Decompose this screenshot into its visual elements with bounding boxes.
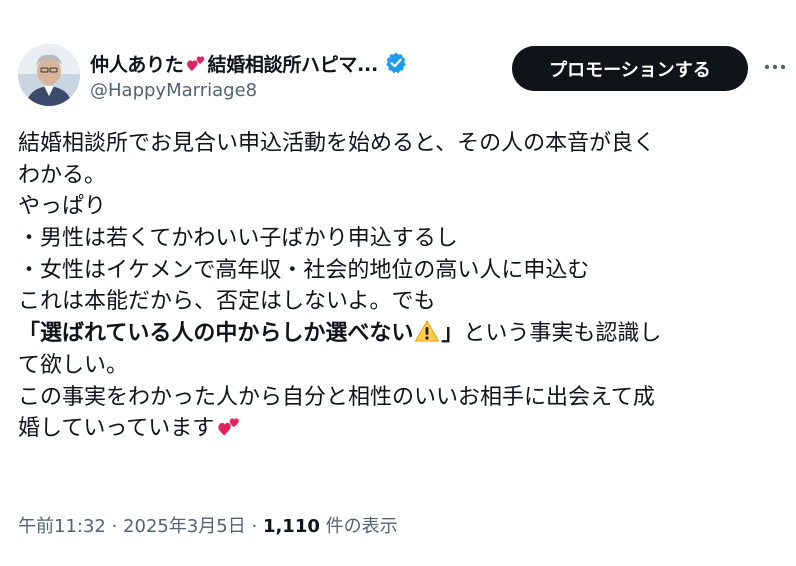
tweet-line: これは本能だから、否定はしないよ。でも	[18, 289, 436, 315]
verified-badge-icon	[384, 51, 408, 75]
promote-button[interactable]: プロモーションする	[512, 46, 748, 91]
display-name-part1: 仲人ありた	[90, 53, 184, 76]
avatar[interactable]	[18, 44, 80, 106]
tweet-line-text: 婚していっています	[18, 416, 215, 442]
display-name[interactable]: 仲人ありた 結婚相談所ハピマ...	[90, 48, 408, 78]
tweet-text: 結婚相談所でお見合い申込活動を始めると、その人の本音が良く わかる。 やっぱり …	[18, 128, 788, 445]
tweet-meta: 午前11:32 · 2025年3月5日 · 1,110 件の表示	[18, 512, 398, 538]
views-label: 件の表示	[319, 516, 398, 537]
tweet-line: て欲しい。	[18, 352, 129, 378]
meta-separator: ·	[105, 516, 124, 537]
two-hearts-icon	[216, 413, 242, 439]
two-hearts-icon	[185, 52, 207, 74]
tweet-line: この事実をわかった人から自分と相性のいいお相手に出会えて成	[18, 384, 655, 410]
account-handle[interactable]: @HappyMarriage8	[90, 80, 257, 101]
display-name-part2: 結婚相談所ハピマ...	[207, 53, 379, 76]
meta-separator: ·	[245, 516, 263, 537]
tweet-line-emphasis: 「選ばれている人の中からしか選べない 」という事実も認識し	[18, 318, 788, 350]
tweet-line: ・女性はイケメンで高年収・社会的地位の高い人に申込む	[18, 257, 590, 283]
more-dots-icon[interactable]	[762, 54, 788, 80]
tweet-line: やっぱり	[18, 194, 107, 220]
tweet-line: ・男性は若くてかわいい子ばかり申込するし	[18, 226, 458, 252]
tweet-line-last: 婚していっています	[18, 413, 788, 445]
tweet-line: 結婚相談所でお見合い申込活動を始めると、その人の本音が良く	[18, 131, 656, 156]
views-count: 1,110	[262, 516, 320, 537]
tweet-date[interactable]: 2025年3月5日	[123, 516, 246, 537]
tweet-line: わかる。	[18, 162, 107, 188]
tweet-time[interactable]: 午前11:32	[18, 516, 106, 537]
emphasis-text: 「選ばれている人の中からしか選べない	[18, 321, 414, 347]
emphasis-text-end: 」	[441, 321, 464, 347]
tweet-line-rest: という事実も認識し	[463, 321, 662, 347]
warning-icon	[414, 319, 440, 343]
